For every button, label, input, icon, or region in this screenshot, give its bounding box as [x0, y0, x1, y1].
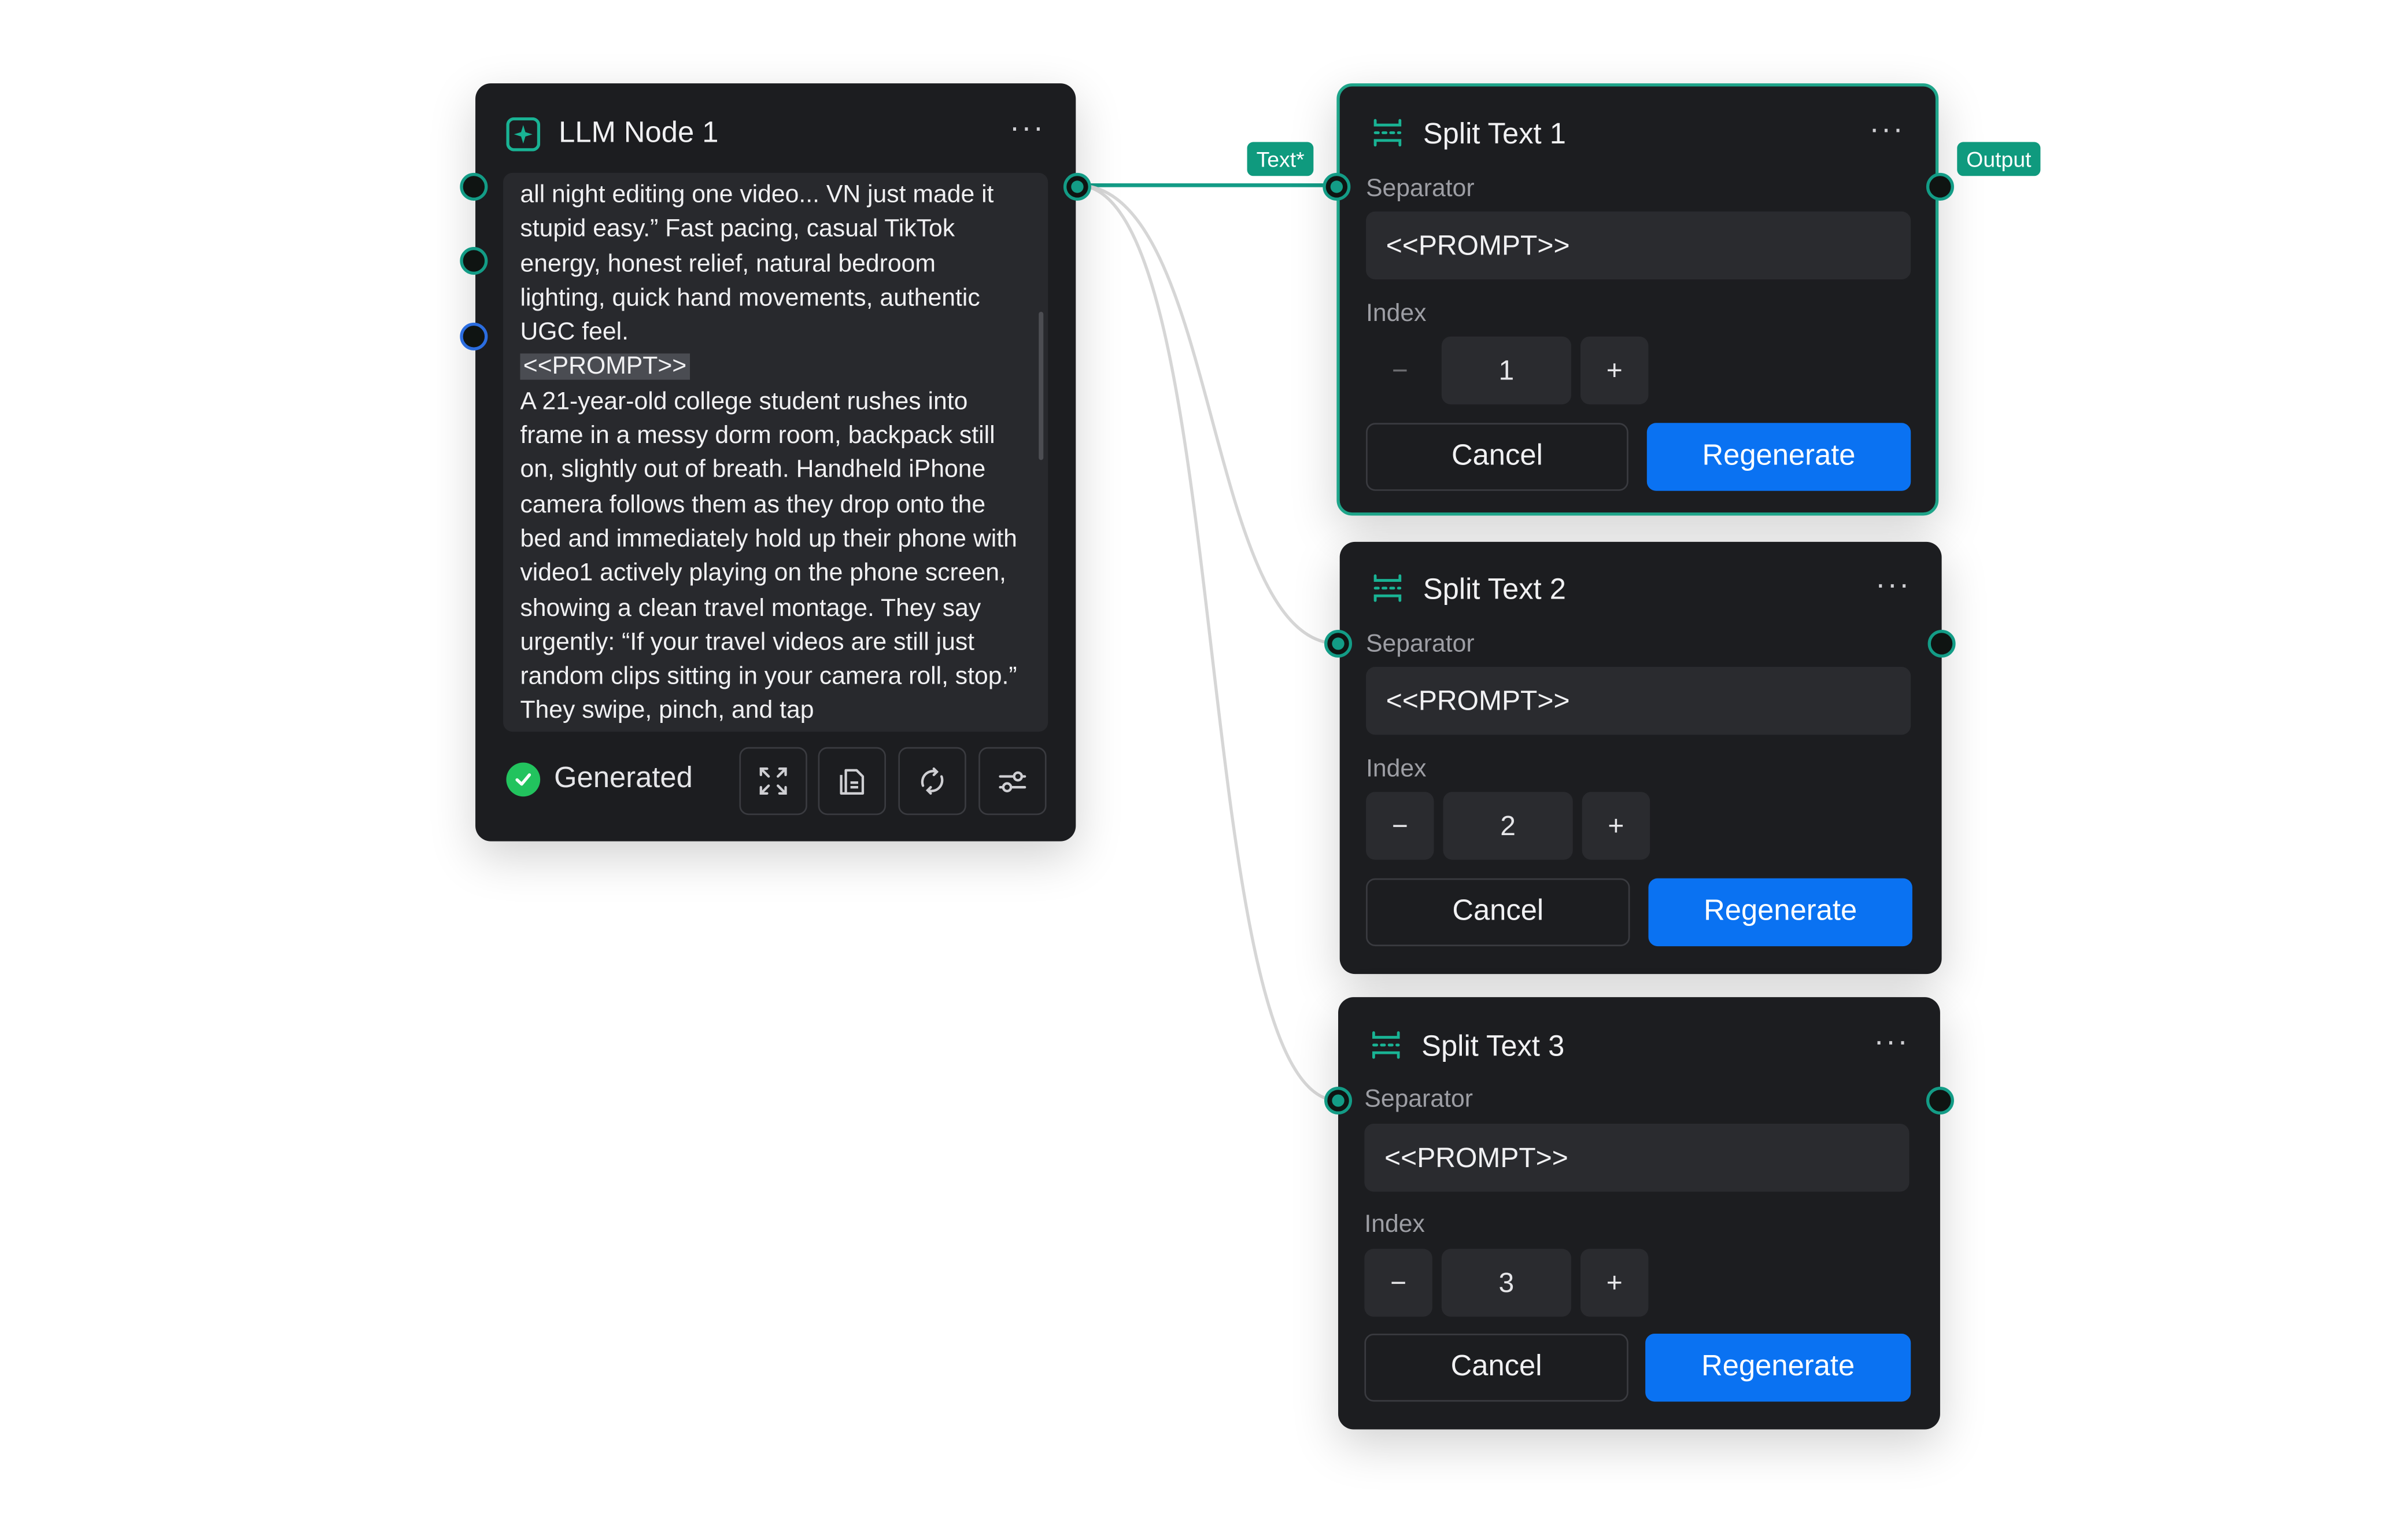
more-horizontal-icon[interactable]: ··· — [1874, 1027, 1909, 1057]
status-label: Generated — [554, 762, 693, 795]
expand-button[interactable] — [739, 747, 807, 815]
index-decrement-button[interactable]: − — [1364, 1249, 1432, 1317]
index-value-field[interactable]: 1 — [1441, 336, 1572, 405]
more-horizontal-icon[interactable]: ··· — [1869, 115, 1904, 145]
split-text-2-title: Split Text 2 — [1423, 574, 1566, 607]
workflow-canvas[interactable]: LLM Node 1 ··· all night editing one vid… — [0, 0, 2408, 1528]
split-text-2-input-port[interactable] — [1324, 629, 1353, 658]
edge-llm-to-split-3 — [1077, 183, 1339, 1102]
split-text-node-2[interactable]: Split Text 2 ··· Separator <<PROMPT>> In… — [1339, 541, 1942, 975]
more-horizontal-icon[interactable]: ··· — [1875, 570, 1911, 600]
index-increment-button[interactable]: + — [1580, 336, 1649, 405]
refresh-icon — [921, 767, 944, 795]
separator-label: Separator — [1366, 631, 1475, 658]
llm-output-text-area[interactable]: all night editing one video... VN just m… — [503, 172, 1048, 732]
split-text-1-input-port[interactable] — [1323, 172, 1351, 201]
expand-icon — [759, 767, 787, 795]
llm-input-port-1[interactable] — [460, 172, 488, 201]
separator-label: Separator — [1364, 1086, 1473, 1113]
separator-input[interactable]: <<PROMPT>> — [1364, 1124, 1910, 1192]
llm-output-port[interactable] — [1063, 172, 1091, 201]
refresh-button[interactable] — [898, 747, 966, 815]
split-icon — [1371, 570, 1405, 612]
llm-node[interactable]: LLM Node 1 ··· all night editing one vid… — [475, 83, 1076, 841]
settings-sliders-icon — [999, 771, 1026, 792]
edges-layer — [1077, 183, 1339, 1102]
llm-output-text: all night editing one video... VN just m… — [520, 179, 1017, 730]
split-text-2-output-port[interactable] — [1927, 629, 1956, 658]
split-text-2-header: Split Text 2 ··· — [1371, 570, 1911, 612]
split-icon — [1371, 115, 1405, 157]
cancel-button[interactable]: Cancel — [1364, 1334, 1628, 1402]
llm-node-header: LLM Node 1 ··· — [506, 113, 1045, 154]
index-value-field[interactable]: 2 — [1443, 792, 1573, 860]
separator-input[interactable]: <<PROMPT>> — [1366, 667, 1911, 735]
llm-input-port-2[interactable] — [460, 247, 488, 275]
edge-llm-to-split-2 — [1077, 183, 1339, 645]
separator-input[interactable]: <<PROMPT>> — [1366, 211, 1911, 280]
split-text-1-header: Split Text 1 ··· — [1371, 115, 1904, 157]
index-increment-button[interactable]: + — [1582, 792, 1650, 860]
copy-button[interactable] — [818, 747, 887, 815]
llm-input-port-3[interactable] — [460, 322, 488, 350]
split-text-3-title: Split Text 3 — [1421, 1031, 1565, 1064]
index-value-field[interactable]: 3 — [1441, 1249, 1572, 1317]
cancel-button[interactable]: Cancel — [1366, 423, 1628, 491]
split-text-3-header: Split Text 3 ··· — [1369, 1027, 1909, 1069]
index-label: Index — [1366, 301, 1427, 327]
llm-output-text-before: all night editing one video... VN just m… — [520, 182, 994, 346]
llm-node-title: LLM Node 1 — [559, 117, 719, 150]
regenerate-button[interactable]: Regenerate — [1645, 1334, 1911, 1402]
split-text-node-3[interactable]: Split Text 3 ··· Separator <<PROMPT>> In… — [1338, 997, 1940, 1430]
llm-output-prompt-marker: <<PROMPT>> — [520, 354, 690, 381]
sparkle-icon — [506, 117, 541, 152]
llm-output-scrollbar[interactable] — [1039, 312, 1044, 460]
index-increment-button[interactable]: + — [1580, 1249, 1649, 1317]
cancel-button[interactable]: Cancel — [1366, 878, 1630, 947]
input-edge-tag: Text* — [1247, 142, 1314, 176]
check-circle-icon — [506, 762, 541, 797]
split-icon — [1369, 1027, 1403, 1069]
split-text-1-title: Split Text 1 — [1423, 119, 1566, 152]
index-label: Index — [1364, 1212, 1425, 1238]
status-badge: Generated — [506, 762, 693, 797]
settings-button[interactable] — [978, 747, 1047, 815]
index-label: Index — [1366, 756, 1427, 783]
index-decrement-button[interactable]: − — [1366, 792, 1434, 860]
index-decrement-button[interactable]: − — [1366, 337, 1434, 404]
split-text-1-output-port[interactable] — [1926, 172, 1954, 201]
split-text-node-1[interactable]: Split Text 1 ··· Separator <<PROMPT>> In… — [1336, 83, 1939, 516]
split-text-3-output-port[interactable] — [1926, 1086, 1954, 1115]
split-text-3-input-port[interactable] — [1324, 1086, 1353, 1115]
separator-label: Separator — [1366, 176, 1475, 202]
more-horizontal-icon[interactable]: ··· — [1010, 113, 1045, 143]
llm-output-text-after: A 21-year-old college student rushes int… — [520, 389, 1017, 725]
output-edge-tag: Output — [1957, 142, 2041, 176]
regenerate-button[interactable]: Regenerate — [1648, 878, 1912, 947]
regenerate-button[interactable]: Regenerate — [1646, 423, 1911, 491]
copy-document-icon — [840, 769, 865, 795]
